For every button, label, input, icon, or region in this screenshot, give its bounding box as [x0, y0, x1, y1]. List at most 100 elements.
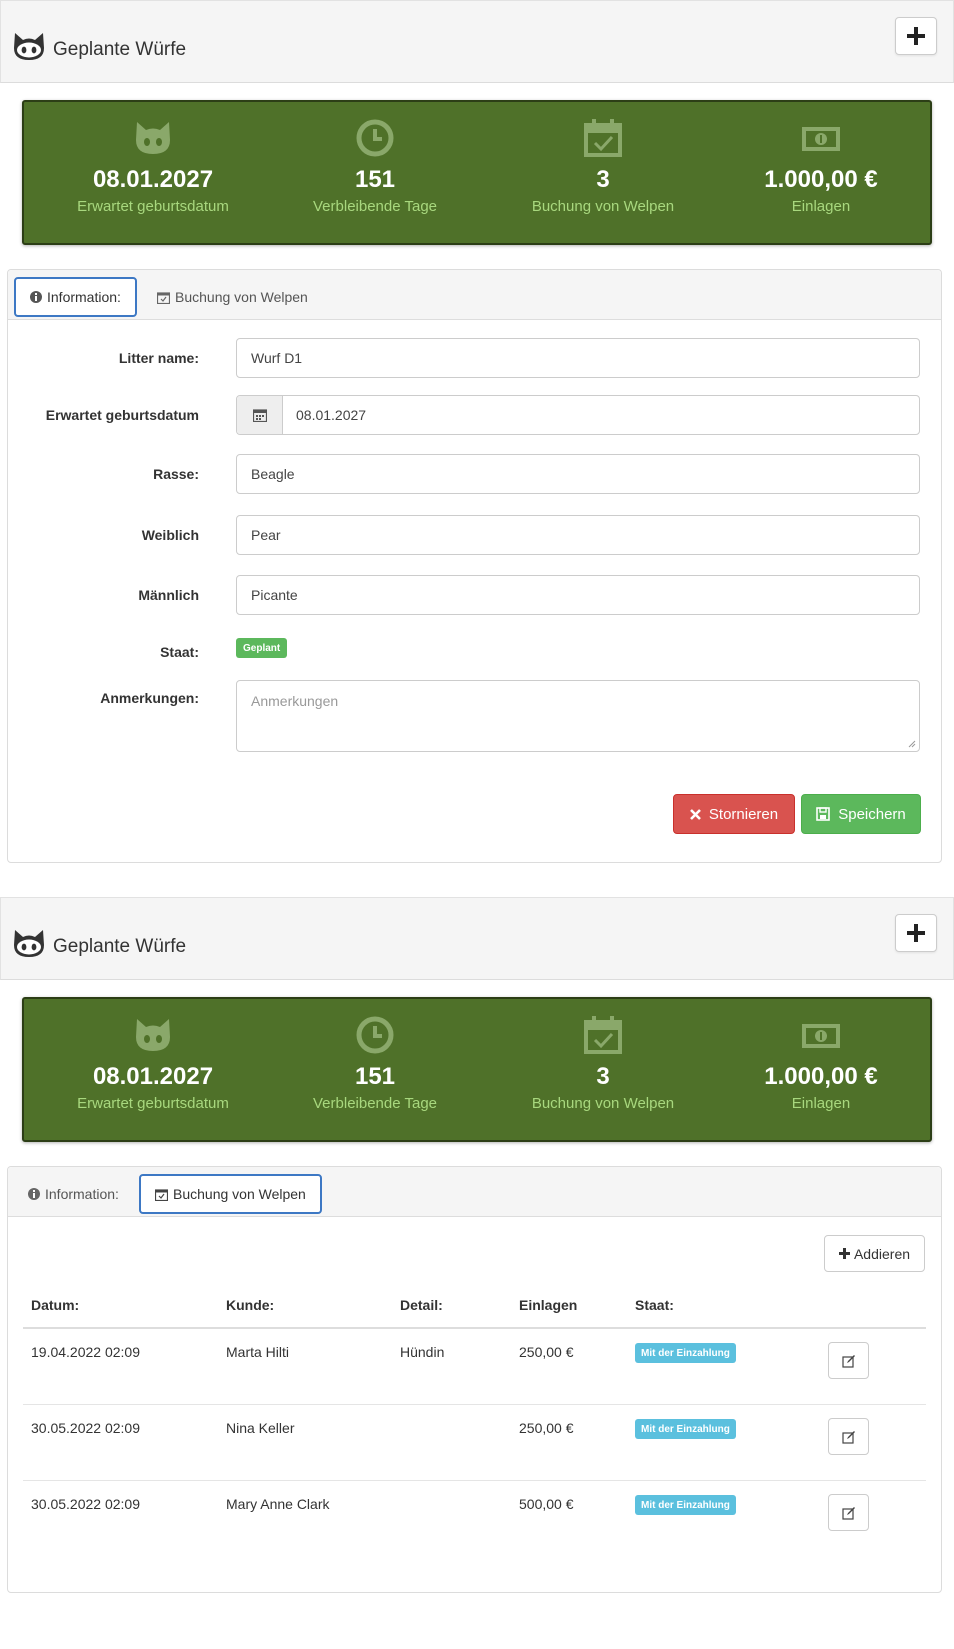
state-label: Staat: [160, 644, 199, 660]
tab-information[interactable]: Information: [14, 1174, 133, 1214]
table-row: 19.04.2022 02:09 Marta Hilti Hündin 250,… [23, 1329, 926, 1405]
stat-value: 151 [354, 166, 396, 193]
stat-deposits: 1.000,00 € Einlagen [706, 999, 936, 1144]
cell-date: 30.05.2022 02:09 [31, 1420, 140, 1436]
cat-face-icon [136, 1019, 170, 1051]
stat-label: Buchung von Welpen [531, 1095, 675, 1112]
add-booking-button[interactable]: Addieren [824, 1235, 925, 1272]
cell-date: 30.05.2022 02:09 [31, 1496, 140, 1512]
resize-grip-icon[interactable] [908, 740, 916, 748]
planned-litters-panel-info: Geplante Würfe 08.01.2027 Erwartet gebur… [0, 0, 954, 865]
cell-customer: Mary Anne Clark [226, 1496, 330, 1512]
info-icon [28, 1188, 40, 1200]
stat-remaining-days: 151 Verbleibende Tage [260, 102, 490, 247]
deposit-status-badge: Mit der Einzahlung [635, 1343, 736, 1363]
column-header-date: Datum: [31, 1297, 80, 1313]
stat-remaining-days: 151 Verbleibende Tage [260, 999, 490, 1144]
tab-booking[interactable]: Buchung von Welpen [139, 1174, 322, 1214]
calendar-addon[interactable] [237, 396, 283, 434]
add-litter-button[interactable] [895, 914, 937, 952]
money-icon [802, 127, 840, 151]
edit-booking-button[interactable] [828, 1494, 869, 1531]
table-row: 30.05.2022 02:09 Mary Anne Clark 500,00 … [23, 1481, 926, 1557]
cell-deposit: 250,00 € [519, 1420, 574, 1436]
status-badge: Geplant [236, 638, 288, 658]
cancel-button[interactable]: Stornieren [673, 794, 795, 834]
stat-label: Erwartet geburtsdatum [77, 1095, 229, 1112]
edit-icon [841, 1430, 855, 1444]
cell-customer: Marta Hilti [226, 1344, 290, 1360]
info-icon [30, 291, 42, 303]
deposit-status-badge: Mit der Einzahlung [635, 1419, 736, 1439]
column-header-detail: Detail: [400, 1297, 443, 1313]
cell-detail: Hündin [400, 1344, 445, 1360]
clock-icon [356, 119, 394, 157]
stat-birthdate: 08.01.2027 Erwartet geburtsdatum [38, 102, 268, 247]
page-title: Geplante Würfe [53, 39, 187, 60]
save-button[interactable]: Speichern [801, 794, 921, 834]
cell-date: 19.04.2022 02:09 [31, 1344, 140, 1360]
panel-header: Geplante Würfe [0, 897, 954, 980]
litter-name-label: Litter name: [118, 350, 199, 366]
plus-icon [907, 27, 925, 45]
stat-label: Buchung von Welpen [531, 198, 675, 215]
calendar-check-icon [584, 1016, 622, 1054]
cell-deposit: 250,00 € [519, 1344, 574, 1360]
stat-label: Einlagen [791, 1095, 851, 1112]
column-header-customer: Kunde: [226, 1297, 275, 1313]
stats-bar: 08.01.2027 Erwartet geburtsdatum 151 Ver… [22, 100, 932, 245]
stat-label: Verbleibende Tage [313, 198, 437, 215]
deposit-status-badge: Mit der Einzahlung [635, 1495, 736, 1515]
table-row: 30.05.2022 02:09 Nina Keller 250,00 € Mi… [23, 1405, 926, 1481]
tab-label: Buchung von Welpen [175, 289, 308, 305]
column-header-state: Staat: [635, 1297, 674, 1313]
add-litter-button[interactable] [895, 17, 937, 55]
clock-icon [356, 1016, 394, 1054]
notes-label: Anmerkungen: [100, 690, 199, 706]
stat-value: 08.01.2027 [92, 1063, 214, 1090]
notes-textarea[interactable]: Anmerkungen [236, 680, 920, 752]
stat-value: 3 [596, 166, 610, 193]
tab-bar: Information: Buchung von Welpen [8, 270, 941, 320]
tab-label: Information: [47, 289, 121, 305]
cat-face-icon [136, 122, 170, 154]
stat-label: Verbleibende Tage [313, 1095, 437, 1112]
money-icon [802, 1024, 840, 1048]
edit-booking-button[interactable] [828, 1418, 869, 1455]
edit-booking-button[interactable] [828, 1342, 869, 1379]
calendar-icon [252, 409, 267, 422]
tab-information[interactable]: Information: [14, 277, 137, 317]
tab-label: Buchung von Welpen [173, 1186, 306, 1202]
plus-icon [838, 1248, 850, 1259]
male-input[interactable]: Picante [236, 575, 920, 615]
stat-birthdate: 08.01.2027 Erwartet geburtsdatum [38, 999, 268, 1144]
litter-name-input[interactable]: Wurf D1 [236, 338, 920, 378]
plus-icon [907, 924, 925, 942]
cancel-label: Stornieren [708, 805, 779, 823]
stat-bookings: 3 Buchung von Welpen [488, 102, 718, 247]
cell-deposit: 500,00 € [519, 1496, 574, 1512]
stat-label: Einlagen [791, 198, 851, 215]
page-title: Geplante Würfe [53, 936, 187, 957]
birthdate-field[interactable]: 08.01.2027 [236, 395, 920, 435]
breed-label: Rasse: [153, 466, 199, 482]
female-input[interactable]: Pear [236, 515, 920, 555]
birthdate-input[interactable]: 08.01.2027 [283, 396, 366, 434]
tab-bar: Information: Buchung von Welpen [8, 1167, 941, 1217]
tab-label: Information: [45, 1186, 119, 1202]
tab-booking[interactable]: Buchung von Welpen [143, 277, 322, 317]
stat-value: 151 [354, 1063, 396, 1090]
stat-value: 3 [596, 1063, 610, 1090]
close-icon [689, 808, 701, 820]
male-label: Männlich [138, 587, 199, 603]
notes-placeholder: Anmerkungen [251, 693, 339, 709]
cat-logo-icon [14, 930, 44, 957]
stat-deposits: 1.000,00 € Einlagen [706, 102, 936, 247]
stat-value: 08.01.2027 [92, 166, 214, 193]
female-label: Weiblich [141, 527, 199, 543]
breed-input[interactable]: Beagle [236, 454, 920, 494]
stat-label: Erwartet geburtsdatum [77, 198, 229, 215]
stat-value: 1.000,00 € [764, 1063, 878, 1090]
stat-value: 1.000,00 € [764, 166, 878, 193]
tab-container: Information: Buchung von Welpen Litter n… [7, 269, 942, 863]
